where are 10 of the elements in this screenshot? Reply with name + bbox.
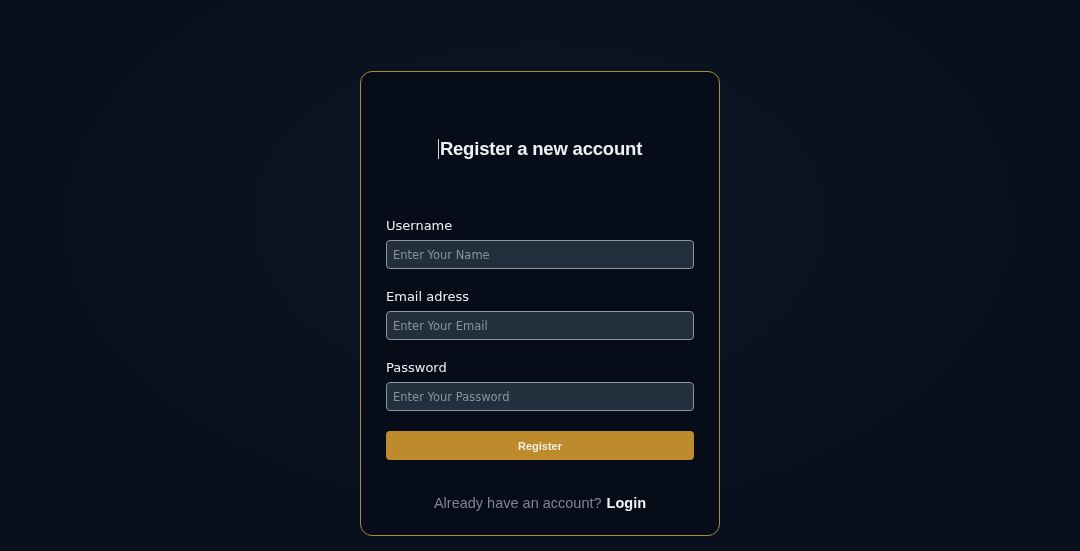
field-label: Password [386, 360, 448, 375]
text-cursor-icon [437, 139, 439, 159]
footer-text: Already have an account? [433, 495, 602, 511]
input-field[interactable]: Enter Your Name [386, 240, 694, 269]
form-title: Register a new account [439, 138, 643, 160]
login-link[interactable]: Login [606, 495, 647, 511]
field-label: Username [386, 218, 454, 233]
input-field[interactable]: Enter Your Email [386, 311, 694, 340]
input-field[interactable]: Enter Your Password [386, 382, 694, 411]
field-label: Email adress [386, 289, 471, 304]
